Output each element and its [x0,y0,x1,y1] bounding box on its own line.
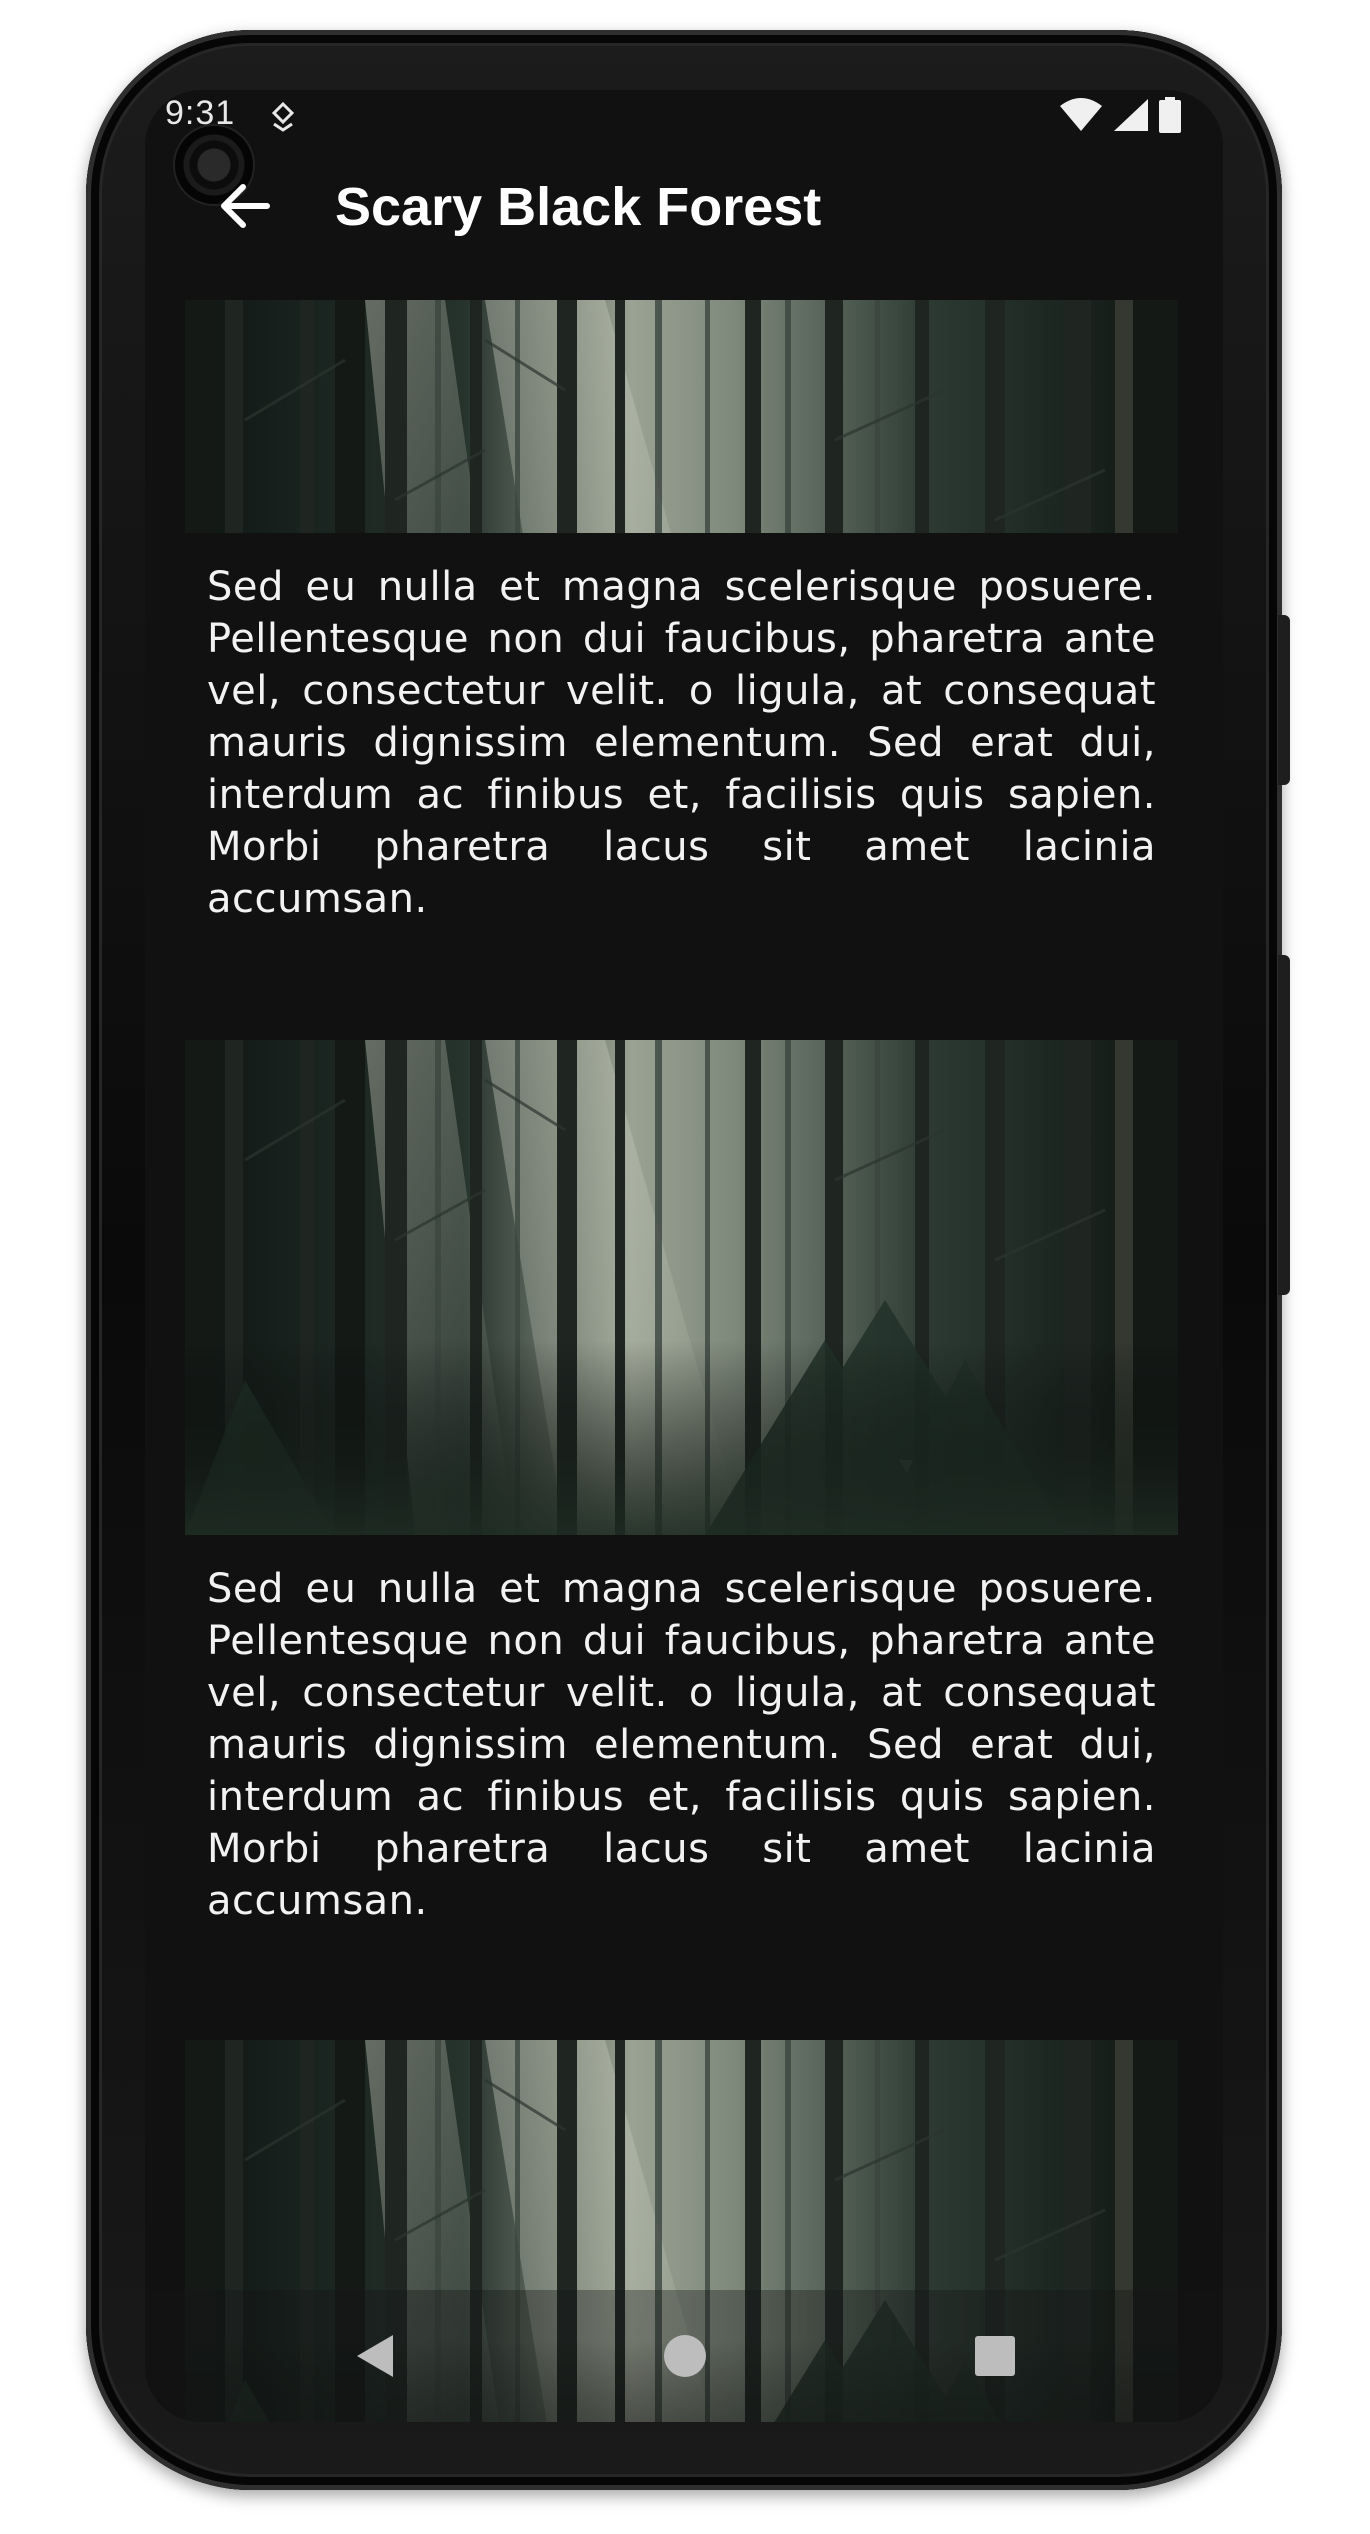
volume-button [1278,955,1290,1295]
navigation-bar [145,2290,1223,2422]
article-text: Sed eu nulla et magna scelerisque posuer… [207,1566,1156,1924]
status-bar: 9:31 [145,90,1223,146]
signal-icon [1113,98,1149,136]
app-bar: Scary Black Forest [145,146,1223,266]
arrow-back-icon [221,184,270,228]
battery-icon [1159,97,1181,137]
power-button [1278,615,1290,785]
article-text: Sed eu nulla et magna scelerisque posuer… [207,564,1156,922]
page-title: Scary Black Forest [335,177,822,237]
forest-image [185,1040,1178,1535]
back-button[interactable] [205,166,285,246]
nav-back-icon [357,2335,393,2377]
nav-home-button[interactable] [655,2326,715,2386]
nav-recents-button[interactable] [965,2326,1025,2386]
article-card: Sed eu nulla et magna scelerisque posuer… [185,1040,1178,1927]
notification-icon [270,101,296,132]
article-card: Sed eu nulla et magna scelerisque posuer… [185,300,1178,925]
nav-recents-icon [975,2336,1015,2376]
nav-home-icon [664,2335,706,2377]
scroll-content[interactable]: Sed eu nulla et magna scelerisque posuer… [145,300,1223,2422]
nav-back-button[interactable] [345,2326,405,2386]
wifi-icon [1059,98,1103,136]
screen: 9:31 Scary Black Forest Sed eu nulla et … [145,90,1223,2422]
status-icons [1059,97,1181,137]
forest-image [185,300,1178,533]
